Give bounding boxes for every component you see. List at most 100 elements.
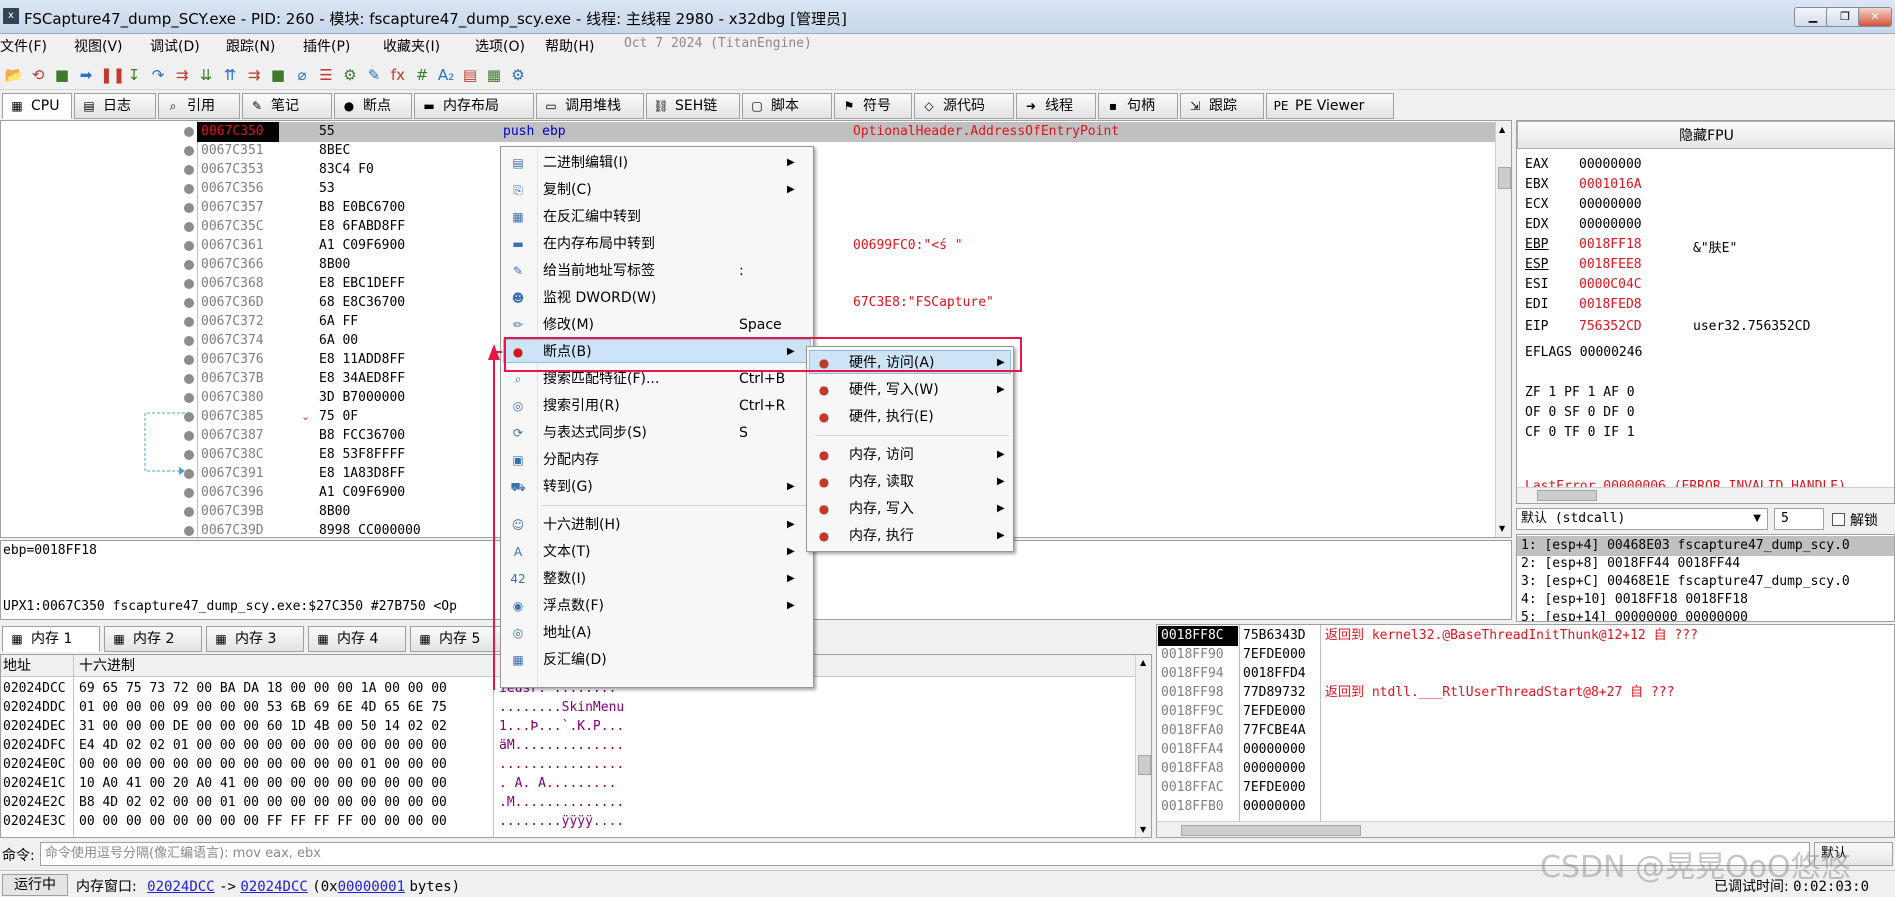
dump-hex[interactable]: 10 A0 41 00 20 A0 41 00 00 00 00 00 00 0… — [79, 774, 447, 794]
disasm-bytes[interactable]: 75 0F — [319, 407, 358, 427]
context-item-1[interactable]: ⎘ 复制(C) ▶ — [513, 178, 805, 202]
context-item-2[interactable]: ▦ 在反汇编中转到 — [512, 205, 805, 229]
breakpoint-dot[interactable] — [184, 127, 194, 137]
stack-address[interactable]: 0018FF94 — [1161, 664, 1224, 684]
toolbar-icon-17[interactable]: # — [412, 65, 432, 85]
flag-row[interactable]: CF 0 TF 0 IF 1 — [1525, 425, 1635, 440]
dump-address[interactable]: 02024DFC — [3, 736, 66, 756]
close-button[interactable]: ✕ — [1858, 7, 1892, 27]
toolbar-icon-14[interactable]: ⚙ — [340, 65, 360, 85]
disasm-bytes[interactable]: 6A FF — [319, 312, 358, 332]
dump-hex[interactable]: E4 4D 02 02 01 00 00 00 00 00 00 00 00 0… — [79, 736, 447, 756]
context-item-9[interactable]: ◎ 搜索引用(R) Ctrl+R — [513, 394, 805, 418]
submenu-item-4[interactable]: ● 内存, 读取 ▶ — [819, 470, 1009, 494]
stack-address[interactable]: 0018FFAC — [1161, 778, 1224, 798]
toolbar-icon-15[interactable]: ✎ — [364, 65, 384, 85]
disasm-bytes[interactable]: E8 34AED8FF — [319, 369, 405, 389]
context-item-8[interactable]: ⌕ 搜索匹配特征(F)... Ctrl+B — [515, 367, 805, 391]
register-name[interactable]: EDX — [1525, 217, 1548, 232]
hide-fpu-button[interactable]: 隐藏FPU — [1517, 121, 1894, 149]
breakpoint-dot[interactable] — [184, 146, 194, 156]
menu-0[interactable]: 文件(F) — [0, 36, 47, 56]
disasm-address[interactable]: 0067C350 — [201, 122, 264, 142]
submenu-item-6[interactable]: ● 内存, 执行 ▶ — [819, 524, 1009, 548]
toolbar-icon-16[interactable]: fx — [388, 65, 408, 85]
disasm-bytes[interactable]: 6A 00 — [319, 331, 358, 351]
registers-hscrollbar[interactable] — [1517, 487, 1894, 503]
tab-7[interactable]: ⛓ SEH链 — [646, 93, 740, 119]
dump-ascii[interactable]: ................ — [499, 755, 624, 775]
toolbar-icon-21[interactable]: ⚙ — [508, 65, 528, 85]
tab-6[interactable]: ▭ 调用堆栈 — [536, 93, 644, 119]
tab-4[interactable]: ● 断点 — [334, 93, 412, 119]
register-value[interactable]: 0018FED8 — [1579, 297, 1642, 312]
register-value[interactable]: 0000C04C — [1579, 277, 1642, 292]
status-to-link[interactable]: 02024DCC — [240, 879, 307, 895]
call-arg[interactable]: 2: [esp+8] 0018FF44 0018FF44 — [1521, 554, 1740, 574]
toolbar-icon-3[interactable]: ➡ — [76, 65, 96, 85]
stack-value[interactable]: 7EFDE000 — [1243, 778, 1306, 798]
breakpoint-dot[interactable] — [184, 241, 194, 251]
toolbar-icon-20[interactable]: ▦ — [484, 65, 504, 85]
toolbar-icon-10[interactable]: ⇉ — [244, 65, 264, 85]
disasm-bytes[interactable]: E8 53F8FFFF — [319, 445, 405, 465]
dump-scrollbar[interactable]: ▲ ▼ — [1135, 655, 1151, 837]
dump-tab-1[interactable]: ▦ 内存 1 — [2, 626, 100, 652]
stack-address[interactable]: 0018FFA0 — [1161, 721, 1224, 741]
stack-value[interactable]: 7EFDE000 — [1243, 645, 1306, 665]
disasm-bytes[interactable]: E8 11ADD8FF — [319, 350, 405, 370]
tab-11[interactable]: ➜ 线程 — [1016, 93, 1096, 119]
register-value[interactable]: 0018FF18 — [1579, 237, 1642, 252]
disasm-address[interactable]: 0067C380 — [201, 388, 264, 408]
submenu-item-3[interactable]: ● 内存, 访问 ▶ — [819, 443, 1009, 467]
dump-ascii[interactable]: äM.............. — [499, 736, 624, 756]
stack-value[interactable]: 77D89732 — [1243, 683, 1306, 703]
register-name[interactable]: EBX — [1525, 177, 1548, 192]
breakpoint-dot[interactable] — [184, 355, 194, 365]
submenu-item-1[interactable]: ● 硬件, 写入(W) ▶ — [819, 378, 1009, 402]
context-item-3[interactable]: ▬ 在内存布局中转到 — [512, 232, 805, 256]
submenu-item-2[interactable]: ● 硬件, 执行(E) — [819, 405, 1009, 429]
stack-hscrollbar[interactable] — [1157, 821, 1894, 837]
call-arg[interactable]: 1: [esp+4] 00468E03 fscapture47_dump_scy… — [1521, 536, 1850, 556]
tab-12[interactable]: ▪ 句柄 — [1098, 93, 1178, 119]
tab-8[interactable]: ▢ 脚本 — [742, 93, 832, 119]
register-eip-value[interactable]: 756352CD — [1579, 319, 1642, 334]
toolbar-icon-8[interactable]: ⇊ — [196, 65, 216, 85]
context-item-13[interactable]: ☺ 十六进制(H) ▶ — [512, 513, 805, 537]
submenu-item-5[interactable]: ● 内存, 写入 ▶ — [819, 497, 1009, 521]
context-item-4[interactable]: ✎ 给当前地址写标签: — [513, 259, 805, 283]
disasm-address[interactable]: 0067C38C — [201, 445, 264, 465]
toolbar-icon-4[interactable]: ❚❚ — [100, 65, 125, 85]
dump-address[interactable]: 02024E1C — [3, 774, 66, 794]
register-name[interactable]: ESI — [1525, 277, 1548, 292]
stack-value[interactable]: 0018FFD4 — [1243, 664, 1306, 684]
toolbar-icon-6[interactable]: ↷ — [148, 65, 168, 85]
dump-tab-3[interactable]: ▦ 内存 3 — [206, 626, 304, 652]
breakpoint-dot[interactable] — [184, 203, 194, 213]
menu-4[interactable]: 插件(P) — [303, 36, 350, 56]
breakpoint-dot[interactable] — [184, 507, 194, 517]
stack-value[interactable]: 00000000 — [1243, 797, 1306, 817]
dump-hex[interactable]: 00 00 00 00 00 00 00 00 00 00 00 00 01 0… — [79, 755, 447, 775]
dump-tab-4[interactable]: ▦ 内存 4 — [308, 626, 406, 652]
menu-1[interactable]: 视图(V) — [74, 36, 123, 56]
disasm-address[interactable]: 0067C385 — [201, 407, 264, 427]
disasm-address[interactable]: 0067C353 — [201, 160, 264, 180]
dump-ascii[interactable]: 1...Þ...`.K.P... — [499, 717, 624, 737]
disasm-bytes[interactable]: B8 E0BC6700 — [319, 198, 405, 218]
unlock-checkbox[interactable] — [1832, 513, 1845, 526]
menu-3[interactable]: 跟踪(N) — [226, 36, 275, 56]
breakpoint-dot[interactable] — [184, 374, 194, 384]
context-item-17[interactable]: ◎ 地址(A) — [513, 621, 805, 645]
dump-hex[interactable]: 31 00 00 00 DE 00 00 00 60 1D 4B 00 50 1… — [79, 717, 447, 737]
breakpoint-dot[interactable] — [184, 165, 194, 175]
context-item-10[interactable]: ⟳ 与表达式同步(S) S — [513, 421, 805, 445]
stack-address[interactable]: 0018FF9C — [1161, 702, 1224, 722]
stack-value[interactable]: 77FCBE4A — [1243, 721, 1306, 741]
disasm-address[interactable]: 0067C387 — [201, 426, 264, 446]
dump-address[interactable]: 02024DDC — [3, 698, 66, 718]
menu-7[interactable]: 帮助(H) — [545, 36, 594, 56]
flag-row[interactable]: ZF 1 PF 1 AF 0 — [1525, 385, 1635, 400]
register-name[interactable]: EAX — [1525, 157, 1548, 172]
